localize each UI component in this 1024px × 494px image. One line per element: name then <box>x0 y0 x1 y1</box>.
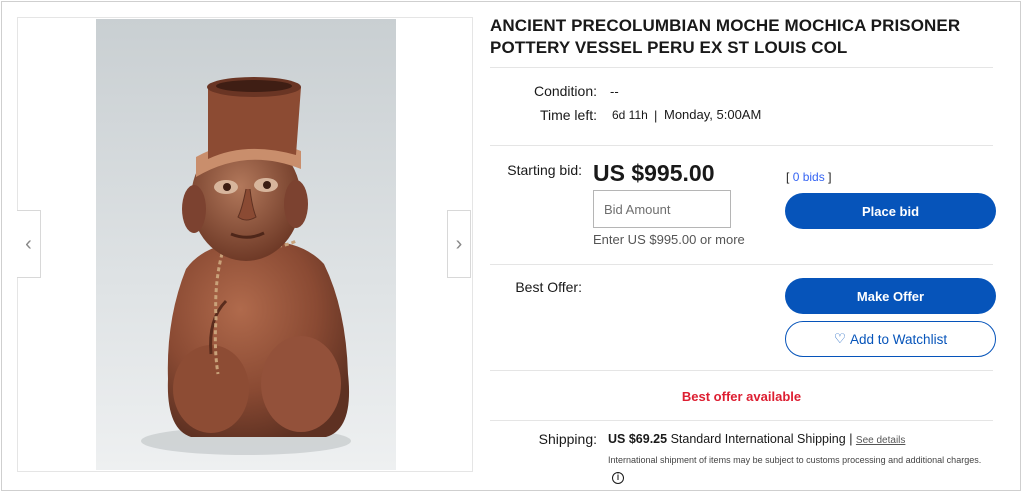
shipping-cost: US $69.25 <box>608 432 668 446</box>
time-separator: | <box>654 108 658 123</box>
see-details-link[interactable]: See details <box>856 435 905 446</box>
info-icon[interactable]: i <box>612 471 624 484</box>
condition-label: Condition: <box>533 83 597 99</box>
condition-value: -- <box>610 84 619 99</box>
gallery-next-button[interactable]: › <box>447 210 471 278</box>
listing-title: ANCIENT PRECOLUMBIAN MOCHE MOCHICA PRISO… <box>490 16 961 57</box>
make-offer-button[interactable]: Make Offer <box>785 278 996 314</box>
product-photo[interactable] <box>96 19 396 470</box>
divider <box>490 370 993 371</box>
bid-count-open: [ <box>786 170 790 184</box>
bid-count-link[interactable]: 0 bids <box>793 170 825 184</box>
image-gallery: ‹ › <box>17 17 473 472</box>
bid-count: [ 0 bids ] <box>786 170 831 184</box>
end-time: Monday, 5:00AM <box>664 107 762 122</box>
place-bid-button[interactable]: Place bid <box>785 193 996 229</box>
divider <box>490 145 993 146</box>
shipping-note: International shipment of items may be s… <box>608 452 998 486</box>
best-offer-banner: Best offer available <box>681 389 802 404</box>
heart-icon: ♡ <box>833 331 847 346</box>
bid-count-close: ] <box>828 170 832 184</box>
best-offer-label: Best Offer: <box>515 279 582 295</box>
current-price: US $995.00 <box>593 160 715 186</box>
divider <box>490 420 993 421</box>
shipping-note-text: International shipment of items may be s… <box>608 455 982 465</box>
watchlist-label: Add to Watchlist <box>850 331 948 347</box>
divider <box>490 67 993 68</box>
shipping-line: US $69.25 Standard International Shippin… <box>608 432 905 446</box>
shipping-label: Shipping: <box>538 431 597 447</box>
starting-bid-label: Starting bid: <box>507 162 582 178</box>
pottery-vessel-image <box>96 19 396 470</box>
chevron-left-icon: ‹ <box>25 232 32 255</box>
shipping-method: Standard International Shipping <box>670 432 846 446</box>
time-left-label: Time left: <box>539 107 597 123</box>
time-left-value: 6d 11h <box>612 108 648 122</box>
shipping-separator: | <box>849 432 853 446</box>
gallery-prev-button[interactable]: ‹ <box>17 210 41 278</box>
divider <box>490 264 993 265</box>
add-to-watchlist-button[interactable]: ♡ Add to Watchlist <box>785 321 996 357</box>
bid-amount-input[interactable] <box>593 190 731 228</box>
bid-hint: Enter US $995.00 or more <box>593 232 745 247</box>
chevron-right-icon: › <box>455 232 463 255</box>
